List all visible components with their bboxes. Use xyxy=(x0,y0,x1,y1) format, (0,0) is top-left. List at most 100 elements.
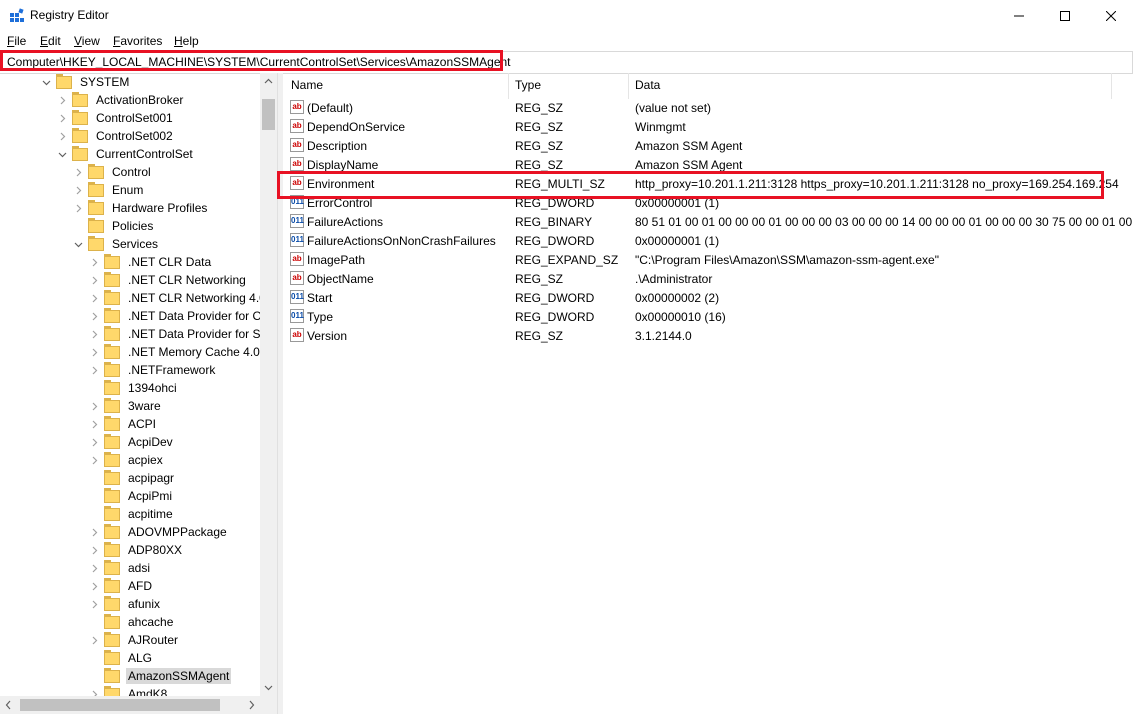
values-list[interactable]: Name Type Data ab (Default) REG_SZ (value n… xyxy=(283,73,1134,714)
column-separator[interactable] xyxy=(1111,73,1112,99)
chevron-right-icon[interactable] xyxy=(72,181,84,199)
value-type: REG_SZ xyxy=(515,158,564,172)
tree-item[interactable]: adsi xyxy=(88,559,152,577)
chevron-right-icon[interactable] xyxy=(56,109,68,127)
tree-item[interactable]: acpipagr xyxy=(88,469,176,487)
chevron-right-icon[interactable] xyxy=(88,307,100,325)
tree-item[interactable]: .NET CLR Data xyxy=(88,253,213,271)
tree-item[interactable]: .NET Memory Cache 4.0 xyxy=(88,343,262,361)
column-header-name[interactable]: Name xyxy=(291,78,323,92)
value-row[interactable]: ab ObjectName REG_SZ .\Administrator xyxy=(283,269,1132,288)
tree-item[interactable]: Hardware Profiles xyxy=(72,199,209,217)
menu-edit[interactable]: Edit xyxy=(40,34,61,48)
tree-item[interactable]: AcpiDev xyxy=(88,433,175,451)
tree-scroll-thumb[interactable] xyxy=(262,99,275,130)
tree-item[interactable]: 1394ohci xyxy=(88,379,179,397)
chevron-right-icon[interactable] xyxy=(88,523,100,541)
value-row[interactable]: ab (Default) REG_SZ (value not set) xyxy=(283,98,1132,117)
tree-item[interactable]: .NET Data Provider for Ora xyxy=(88,307,275,325)
folder-icon xyxy=(104,667,120,683)
column-separator[interactable] xyxy=(628,73,629,99)
chevron-right-icon[interactable] xyxy=(88,577,100,595)
tree-item[interactable]: ADP80XX xyxy=(88,541,184,559)
tree-vertical-scrollbar[interactable] xyxy=(260,73,277,696)
folder-icon xyxy=(104,649,120,665)
tree-item[interactable]: AJRouter xyxy=(88,631,180,649)
column-separator[interactable] xyxy=(508,73,509,99)
tree-item[interactable]: AmazonSSMAgent xyxy=(88,667,232,685)
chevron-right-icon[interactable] xyxy=(88,595,100,613)
tree-item[interactable]: CurrentControlSet xyxy=(56,145,195,163)
value-row[interactable]: 011 FailureActions REG_BINARY 80 51 01 00 0… xyxy=(283,212,1134,231)
tree-item[interactable]: .NETFramework xyxy=(88,361,217,379)
tree-item[interactable]: Control xyxy=(72,163,153,181)
tree-item[interactable]: .NET CLR Networking xyxy=(88,271,248,289)
value-row[interactable]: 011 Start REG_DWORD 0x00000002 (2) xyxy=(283,288,1132,307)
tree-item[interactable]: ActivationBroker xyxy=(56,91,185,109)
tree-item[interactable]: Enum xyxy=(72,181,145,199)
chevron-right-icon[interactable] xyxy=(72,163,84,181)
chevron-down-icon[interactable] xyxy=(56,145,68,163)
chevron-right-icon[interactable] xyxy=(88,271,100,289)
folder-icon xyxy=(104,487,120,503)
tree-item[interactable]: ControlSet001 xyxy=(56,109,175,127)
column-header-type[interactable]: Type xyxy=(515,78,541,92)
tree-item-label: Services xyxy=(112,237,159,251)
value-row[interactable]: ab DependOnService REG_SZ Winmgmt xyxy=(283,117,1132,136)
maximize-button[interactable] xyxy=(1042,0,1088,31)
tree-item[interactable]: afunix xyxy=(88,595,162,613)
chevron-right-icon[interactable] xyxy=(72,199,84,217)
tree-item[interactable]: ALG xyxy=(88,649,154,667)
close-button[interactable] xyxy=(1088,0,1134,31)
chevron-right-icon[interactable] xyxy=(56,91,68,109)
chevron-right-icon[interactable] xyxy=(88,289,100,307)
chevron-right-icon[interactable] xyxy=(88,433,100,451)
tree-item[interactable]: AcpiPmi xyxy=(88,487,174,505)
tree-item[interactable]: ADOVMPPackage xyxy=(88,523,229,541)
tree-item[interactable]: ACPI xyxy=(88,415,158,433)
value-row[interactable]: ab ImagePath REG_EXPAND_SZ "C:\Program File… xyxy=(283,250,1132,269)
tree-item[interactable]: Policies xyxy=(72,217,155,235)
tree-item[interactable]: Services xyxy=(72,235,160,253)
tree-item[interactable]: .NET CLR Networking 4.0.0 xyxy=(88,289,278,307)
value-row[interactable]: 011 Type REG_DWORD 0x00000010 (16) xyxy=(283,307,1132,326)
key-tree[interactable]: SYSTEM ActivationBroker ControlSet001 Contr… xyxy=(0,73,278,696)
tree-item[interactable]: AmdK8 xyxy=(88,685,169,696)
value-row[interactable]: ab Description REG_SZ Amazon SSM Agent xyxy=(283,136,1132,155)
value-row[interactable]: ab Version REG_SZ 3.1.2144.0 xyxy=(283,326,1132,345)
tree-item[interactable]: acpitime xyxy=(88,505,175,523)
chevron-right-icon[interactable] xyxy=(88,559,100,577)
value-type: REG_DWORD xyxy=(515,310,595,324)
chevron-right-icon[interactable] xyxy=(88,685,100,696)
menu-help[interactable]: Help xyxy=(174,34,199,48)
tree-item[interactable]: ahcache xyxy=(88,613,175,631)
tree-hscroll-thumb[interactable] xyxy=(20,699,220,711)
chevron-right-icon[interactable] xyxy=(88,253,100,271)
tree-item[interactable]: acpiex xyxy=(88,451,165,469)
value-type: REG_SZ xyxy=(515,272,564,286)
chevron-right-icon[interactable] xyxy=(88,631,100,649)
folder-icon xyxy=(104,271,120,287)
tree-item[interactable]: .NET Data Provider for Sql xyxy=(88,325,272,343)
chevron-right-icon[interactable] xyxy=(88,397,100,415)
column-header-data[interactable]: Data xyxy=(635,78,660,92)
tree-item[interactable]: ControlSet002 xyxy=(56,127,175,145)
chevron-down-icon[interactable] xyxy=(40,73,52,91)
menu-view[interactable]: View xyxy=(74,34,100,48)
chevron-right-icon[interactable] xyxy=(88,415,100,433)
chevron-right-icon[interactable] xyxy=(56,127,68,145)
chevron-right-icon[interactable] xyxy=(88,361,100,379)
menu-favorites[interactable]: Favorites xyxy=(113,34,162,48)
tree-horizontal-scrollbar[interactable] xyxy=(0,696,277,714)
tree-item[interactable]: AFD xyxy=(88,577,154,595)
tree-item[interactable]: SYSTEM xyxy=(40,73,131,91)
chevron-right-icon[interactable] xyxy=(88,343,100,361)
tree-item[interactable]: 3ware xyxy=(88,397,163,415)
minimize-button[interactable] xyxy=(996,0,1042,31)
value-row[interactable]: 011 FailureActionsOnNonCrashFailures REG_D… xyxy=(283,231,1132,250)
chevron-right-icon[interactable] xyxy=(88,325,100,343)
chevron-down-icon[interactable] xyxy=(72,235,84,253)
chevron-right-icon[interactable] xyxy=(88,541,100,559)
chevron-right-icon[interactable] xyxy=(88,451,100,469)
menu-file[interactable]: File xyxy=(7,34,26,48)
